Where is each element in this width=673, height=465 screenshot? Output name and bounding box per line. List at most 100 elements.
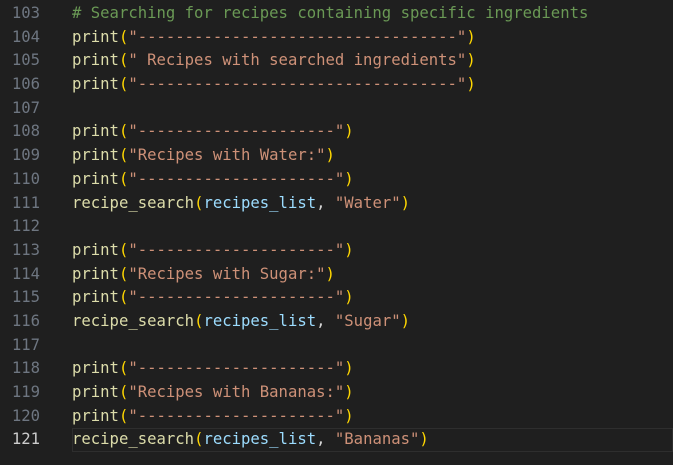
code-text[interactable]: print("---------------------------------…	[72, 26, 673, 50]
bracket: )	[344, 288, 354, 307]
function-name: print	[72, 146, 119, 165]
function-name: print	[72, 406, 119, 425]
code-text[interactable]: print("---------------------")	[72, 357, 673, 381]
code-line[interactable]: 120 print("---------------------")	[0, 405, 673, 429]
code-line[interactable]: 121 recipe_search(recipes_list, "Bananas"…	[0, 428, 673, 453]
code-line[interactable]: 108 print("---------------------")	[0, 120, 673, 144]
code-line[interactable]: 119 print("Recipes with Bananas:")	[0, 381, 673, 405]
function-name: print	[72, 51, 119, 70]
code-text[interactable]: print("Recipes with Water:")	[72, 144, 673, 168]
line-number: 109	[11, 146, 40, 165]
bracket: )	[344, 406, 354, 425]
string-literal: "Sugar"	[334, 311, 401, 330]
string-literal: "----------------------------------"	[128, 75, 467, 94]
function-name: print	[72, 288, 119, 307]
bracket: (	[118, 122, 129, 141]
code-text[interactable]: recipe_search(recipes_list, "Water")	[72, 192, 673, 216]
line-number: 105	[11, 51, 40, 70]
variable-name: recipes_list	[203, 311, 317, 330]
bracket: (	[118, 288, 129, 307]
code-text[interactable]: print("---------------------")	[72, 168, 673, 192]
code-text[interactable]: print(" Recipes with searched ingredient…	[72, 49, 673, 73]
line-number: 119	[11, 383, 40, 401]
function-name: print	[72, 122, 119, 141]
code-line[interactable]: 114 print("Recipes with Sugar:")	[0, 263, 673, 287]
line-number: 118	[11, 359, 40, 378]
code-line[interactable]: 116 recipe_search(recipes_list, "Sugar")	[0, 310, 673, 334]
code-line[interactable]: 110 print("---------------------")	[0, 168, 673, 192]
function-name: recipe_search	[72, 430, 195, 449]
code-line[interactable]: 107	[0, 97, 673, 121]
code-line[interactable]: 118 print("---------------------")	[0, 357, 673, 381]
code-line[interactable]: 105 print(" Recipes with searched ingredi…	[0, 49, 673, 73]
code-text[interactable]	[72, 97, 673, 121]
bracket: (	[118, 27, 129, 46]
code-line[interactable]: 106 print("------------------------------…	[0, 73, 673, 97]
line-number: 117	[11, 335, 40, 354]
function-name: recipe_search	[72, 193, 195, 212]
string-literal: "Recipes with Bananas:"	[128, 383, 345, 401]
code-text[interactable]	[72, 334, 673, 358]
code-line[interactable]: 104 print("------------------------------…	[0, 26, 673, 50]
string-literal: " Recipes with searched ingredients"	[128, 51, 467, 70]
bracket: )	[400, 311, 411, 330]
function-name: print	[72, 264, 119, 283]
bracket: )	[344, 122, 354, 141]
bracket: (	[118, 264, 129, 283]
variable-name: recipes_list	[203, 193, 317, 212]
function-name: print	[72, 383, 119, 401]
string-literal: "---------------------"	[128, 169, 345, 188]
string-literal: "---------------------"	[128, 240, 345, 259]
punctuation: ,	[316, 193, 335, 212]
line-number: 103	[11, 4, 40, 22]
code-text[interactable]: print("---------------------")	[72, 405, 673, 429]
code-text[interactable]	[72, 215, 673, 239]
code-line[interactable]: 112	[0, 215, 673, 239]
line-number: 121	[11, 430, 40, 449]
code-text[interactable]: print("---------------------")	[72, 239, 673, 263]
line-number: 104	[11, 27, 40, 46]
code-editor[interactable]: 103 # Searching for recipes containing sp…	[0, 2, 673, 453]
code-text[interactable]: # Searching for recipes containing speci…	[72, 2, 673, 26]
code-text[interactable]: print("Recipes with Sugar:")	[72, 263, 673, 287]
string-literal: "Recipes with Sugar:"	[128, 264, 326, 283]
line-number: 114	[11, 264, 40, 283]
bracket: )	[325, 264, 335, 283]
line-number: 111	[11, 193, 40, 212]
code-text[interactable]: recipe_search(recipes_list, "Sugar")	[72, 310, 673, 334]
variable-name: recipes_list	[203, 430, 317, 449]
line-number: 115	[11, 288, 40, 307]
punctuation: ,	[316, 311, 335, 330]
string-literal: "Recipes with Water:"	[128, 146, 326, 165]
function-name: print	[72, 169, 119, 188]
code-text[interactable]: print("---------------------")	[72, 120, 673, 144]
code-text[interactable]: print("Recipes with Bananas:")	[72, 381, 673, 405]
line-number: 110	[11, 169, 40, 188]
code-text[interactable]: print("---------------------")	[72, 286, 673, 310]
string-literal: "---------------------"	[128, 359, 345, 378]
code-text[interactable]: print("---------------------------------…	[72, 73, 673, 97]
string-literal: "Bananas"	[334, 430, 420, 449]
code-text[interactable]: recipe_search(recipes_list, "Bananas")	[72, 428, 673, 453]
code-line[interactable]: 113 print("---------------------")	[0, 239, 673, 263]
line-number: 108	[11, 122, 40, 141]
function-name: print	[72, 27, 119, 46]
bracket: (	[118, 359, 129, 378]
code-line[interactable]: 115 print("---------------------")	[0, 286, 673, 310]
bracket: (	[118, 383, 129, 401]
code-line[interactable]: 117	[0, 334, 673, 358]
bracket: (	[118, 240, 129, 259]
bracket: )	[466, 51, 476, 70]
bracket: (	[118, 75, 129, 94]
code-line[interactable]: 109 print("Recipes with Water:")	[0, 144, 673, 168]
bracket: )	[466, 27, 476, 46]
bracket: )	[344, 240, 354, 259]
function-name: recipe_search	[72, 311, 195, 330]
bracket: )	[466, 75, 476, 94]
code-line[interactable]: 111 recipe_search(recipes_list, "Water")	[0, 192, 673, 216]
code-line[interactable]: 103 # Searching for recipes containing sp…	[0, 2, 673, 26]
bracket: )	[400, 193, 411, 212]
string-literal: "Water"	[334, 193, 401, 212]
bracket: (	[118, 169, 129, 188]
bracket: )	[325, 146, 335, 165]
